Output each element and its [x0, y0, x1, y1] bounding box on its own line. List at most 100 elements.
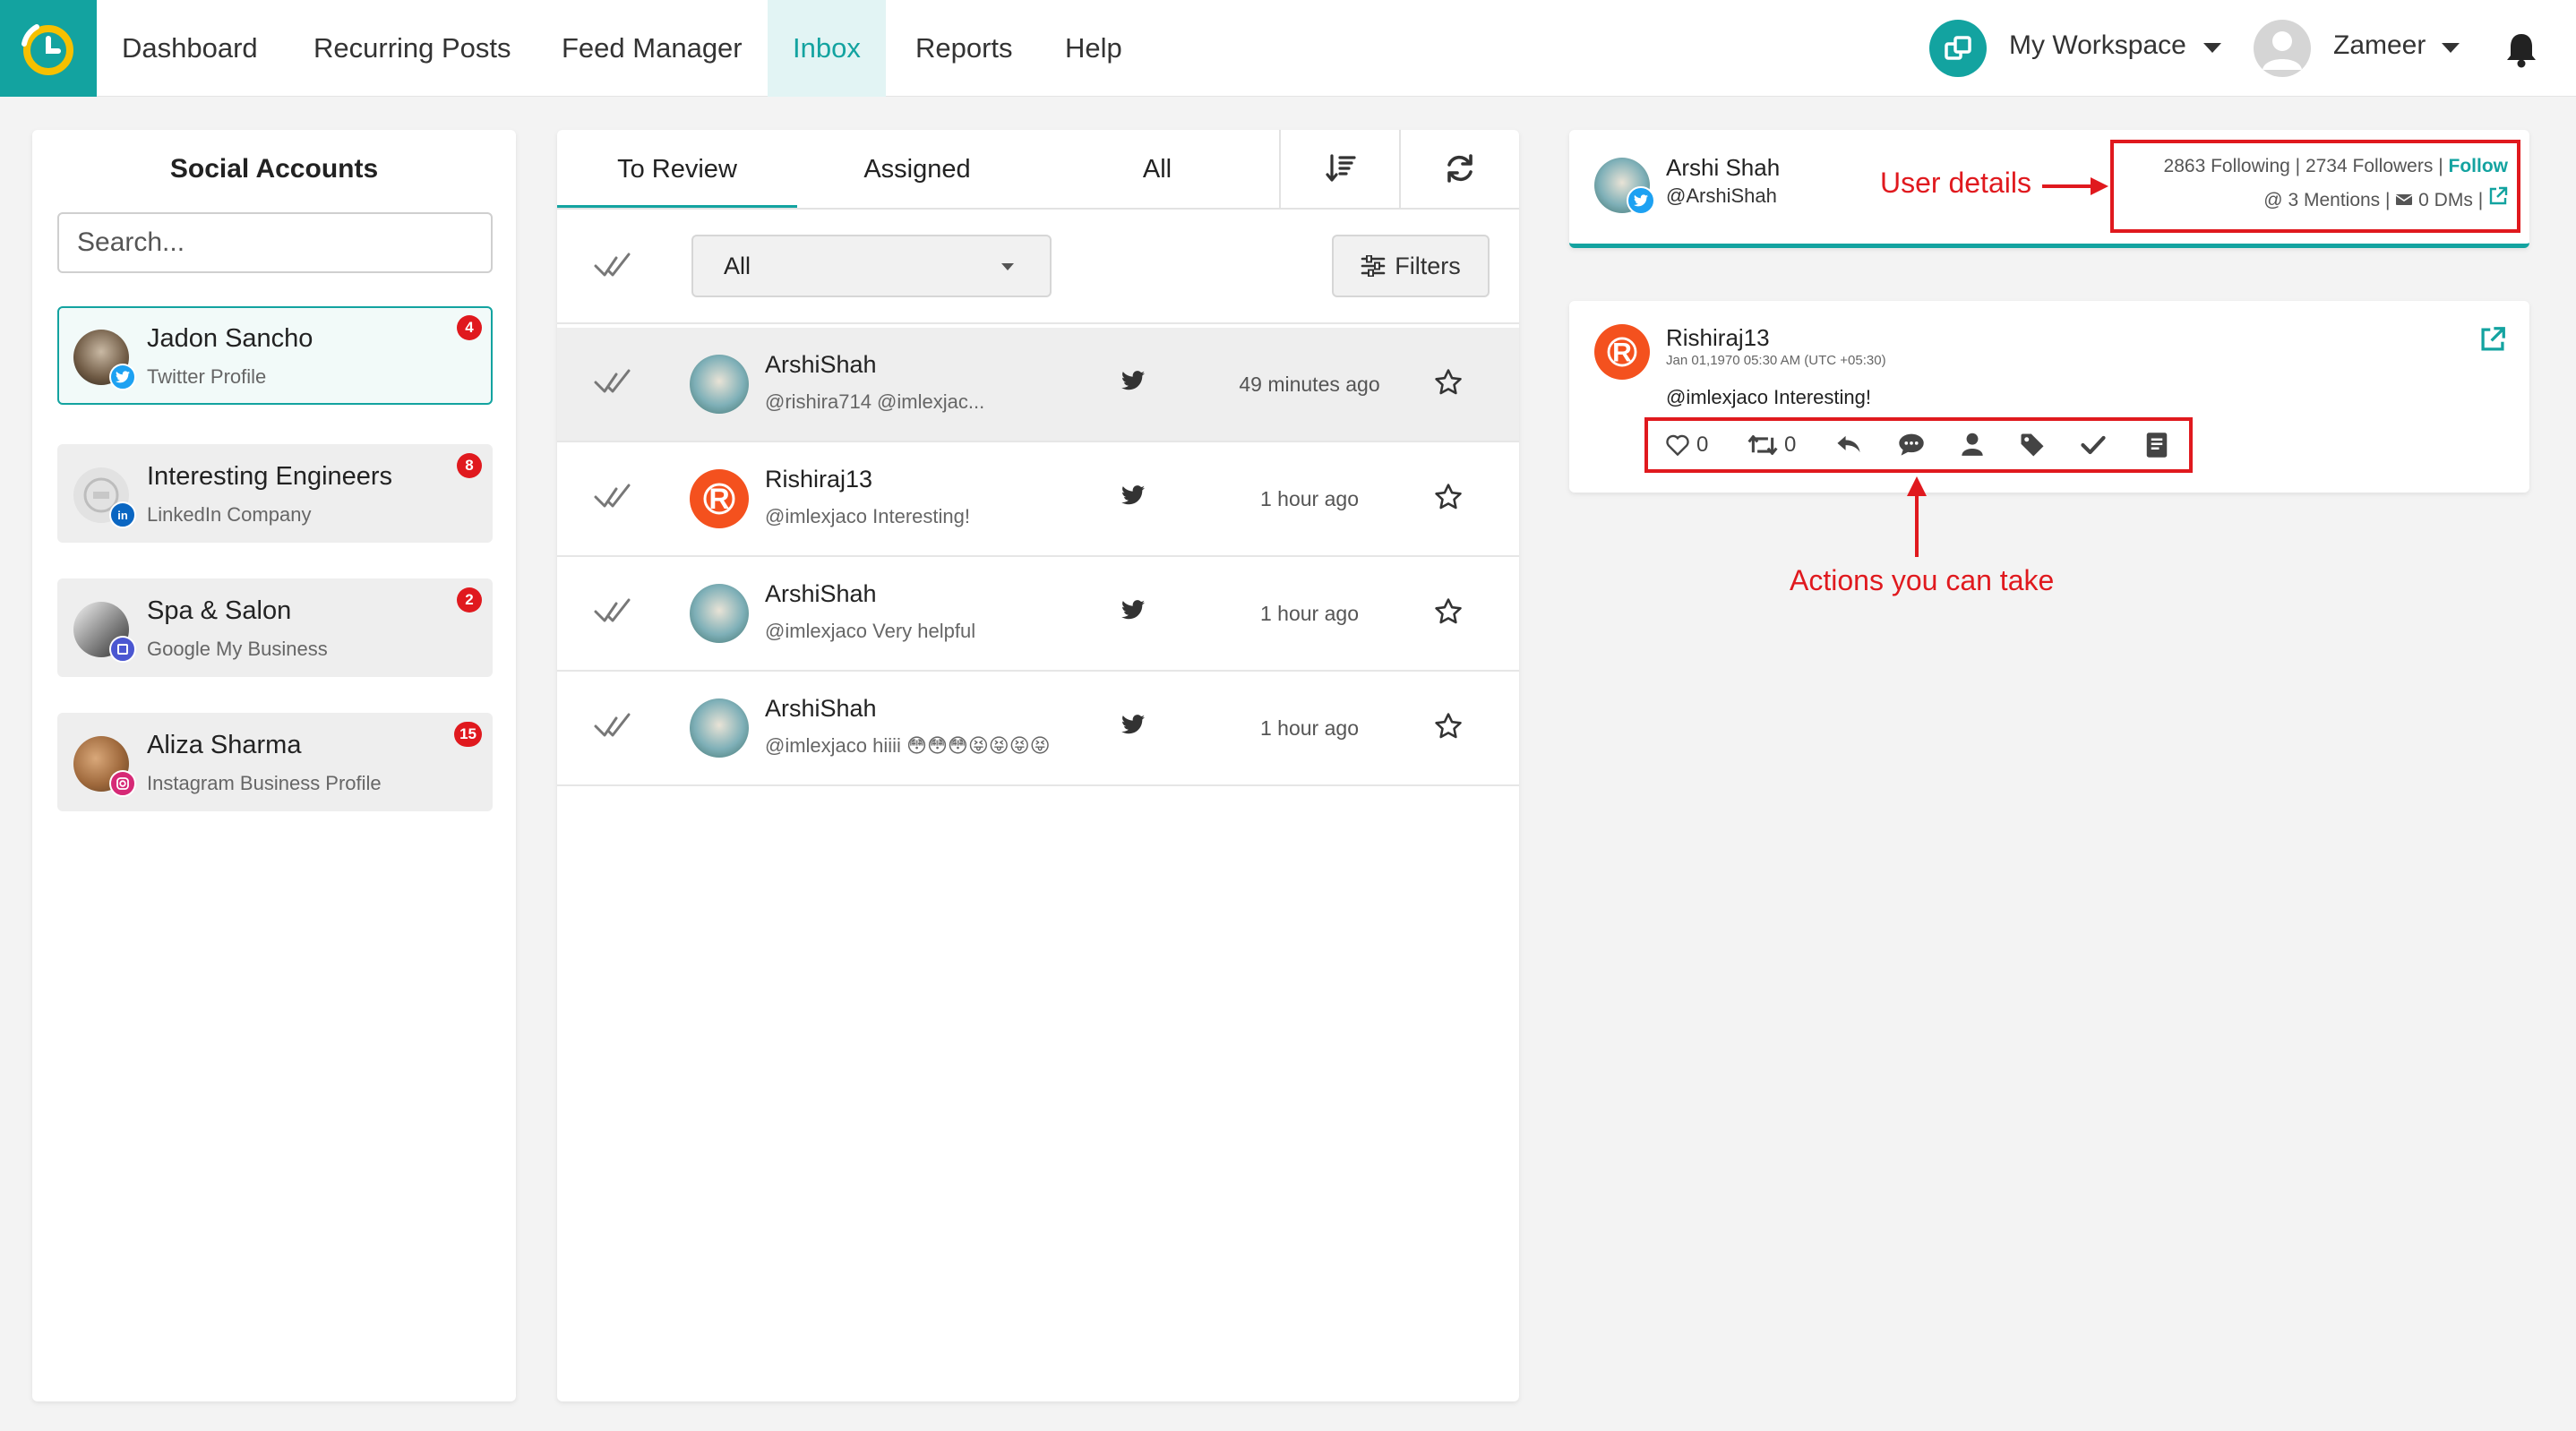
user-name: Arshi Shah: [1666, 154, 1781, 181]
star-icon[interactable]: [1433, 596, 1464, 627]
retweet-button[interactable]: 0: [1747, 428, 1796, 462]
clock-logo-icon: [21, 24, 73, 75]
like-button[interactable]: 0: [1664, 428, 1708, 462]
account-item-jadon-sancho[interactable]: Jadon Sancho Twitter Profile 4: [57, 306, 493, 405]
checkmark-icon[interactable]: [2080, 433, 2107, 457]
account-type: Instagram Business Profile: [147, 772, 382, 794]
divider: [557, 322, 1519, 324]
social-accounts-title: Social Accounts: [169, 154, 379, 184]
inbox-row[interactable]: ArshiShah @rishira714 @imlexjac... 49 mi…: [557, 328, 1519, 442]
filters-label: Filters: [1395, 253, 1461, 279]
avatar: [690, 698, 749, 758]
retweet-icon: [1747, 435, 1778, 455]
mark-done-icon[interactable]: [593, 709, 632, 741]
account-name: Interesting Engineers: [147, 462, 393, 491]
caret-down-icon: [1001, 263, 1014, 270]
workspace-selector[interactable]: My Workspace: [2009, 30, 2186, 61]
message-preview: @imlexjaco hiiii 😳😳😳😝😝😝😝: [765, 734, 1051, 757]
account-type: Twitter Profile: [147, 365, 267, 388]
heart-icon: [1666, 434, 1689, 457]
like-count: 0: [1696, 433, 1709, 457]
tab-assigned[interactable]: Assigned: [797, 130, 1037, 209]
account-type: Google My Business: [147, 638, 328, 660]
twitter-icon: [1627, 186, 1655, 215]
unread-count-badge: 4: [457, 315, 482, 340]
sender-name: ArshiShah: [765, 580, 877, 607]
filters-button[interactable]: Filters: [1332, 235, 1490, 297]
divider: [1399, 130, 1401, 209]
workspace-icon[interactable]: [1929, 20, 1987, 77]
account-name: Aliza Sharma: [147, 731, 302, 759]
arrow-up-icon: [1907, 476, 1927, 557]
app-logo[interactable]: [0, 0, 97, 97]
unread-count-badge: 15: [454, 722, 482, 747]
chevron-down-icon[interactable]: [2203, 43, 2221, 53]
account-item-interesting-engineers[interactable]: in Interesting Engineers LinkedIn Compan…: [57, 444, 493, 543]
nav-reports[interactable]: Reports: [890, 0, 1038, 97]
account-type: LinkedIn Company: [147, 503, 312, 526]
inbox-row[interactable]: ArshiShah @imlexjaco Very helpful 1 hour…: [557, 557, 1519, 672]
sender-name: ArshiShah: [765, 695, 877, 722]
external-link-icon[interactable]: [2479, 326, 2506, 353]
actions-annotation: Actions you can take: [1790, 564, 2055, 596]
message-preview: @imlexjaco Very helpful: [765, 620, 976, 642]
notes-icon[interactable]: [2144, 432, 2169, 458]
user-handle: @ArshiShah: [1666, 184, 1777, 207]
user-details-highlight: [2110, 140, 2520, 233]
star-icon[interactable]: [1433, 482, 1464, 512]
user-avatar[interactable]: [2254, 20, 2311, 77]
account-search-input[interactable]: [57, 212, 493, 273]
assign-user-icon[interactable]: [1960, 432, 1985, 457]
inbox-row[interactable]: ArshiShah @imlexjaco hiiii 😳😳😳😝😝😝😝 1 hou…: [557, 672, 1519, 786]
nav-inbox[interactable]: Inbox: [768, 0, 886, 97]
message-preview: @rishira714 @imlexjac...: [765, 390, 985, 413]
nav-feed-manager[interactable]: Feed Manager: [537, 0, 768, 97]
nav-dashboard[interactable]: Dashboard: [97, 0, 283, 97]
google-my-business-icon: [109, 636, 136, 663]
mark-done-icon[interactable]: [593, 480, 632, 512]
comment-icon[interactable]: [1897, 432, 1926, 457]
mark-done-icon[interactable]: [593, 595, 632, 627]
nav-help[interactable]: Help: [1040, 0, 1147, 97]
account-item-spa-salon[interactable]: Spa & Salon Google My Business 2: [57, 578, 493, 677]
divider: [1279, 130, 1281, 209]
twitter-icon: [1121, 371, 1145, 390]
avatar: [690, 584, 749, 643]
star-icon[interactable]: [1433, 367, 1464, 398]
post-date: Jan 01,1970 05:30 AM (UTC +05:30): [1666, 353, 1886, 368]
star-icon[interactable]: [1433, 711, 1464, 741]
mark-done-icon[interactable]: [593, 365, 632, 398]
inbox-row[interactable]: R Rishiraj13 @imlexjaco Interesting! 1 h…: [557, 442, 1519, 557]
unread-count-badge: 2: [457, 587, 482, 613]
timestamp: 49 minutes ago: [1239, 373, 1380, 396]
sender-name: Rishiraj13: [765, 466, 873, 493]
timestamp: 1 hour ago: [1260, 602, 1359, 625]
refresh-icon[interactable]: [1444, 152, 1476, 184]
sliders-icon: [1361, 255, 1386, 277]
twitter-icon: [1121, 600, 1145, 620]
chevron-down-icon[interactable]: [2442, 43, 2460, 53]
post-text: @imlexjaco Interesting!: [1666, 386, 1871, 408]
user-details-annotation: User details: [1880, 167, 2031, 199]
nav-recurring-posts[interactable]: Recurring Posts: [288, 0, 537, 97]
tag-icon[interactable]: [2019, 432, 2046, 458]
avatar: [690, 355, 749, 414]
divider: [557, 208, 1519, 210]
tab-to-review[interactable]: To Review: [557, 130, 797, 209]
bell-icon[interactable]: [2505, 32, 2537, 68]
retweet-count: 0: [1784, 433, 1797, 457]
avatar: R: [690, 469, 749, 528]
timestamp: 1 hour ago: [1260, 716, 1359, 740]
account-item-aliza-sharma[interactable]: Aliza Sharma Instagram Business Profile …: [57, 713, 493, 811]
twitter-icon: [1121, 485, 1145, 505]
reply-icon[interactable]: [1834, 432, 1863, 457]
timestamp: 1 hour ago: [1260, 487, 1359, 510]
account-name: Jadon Sancho: [147, 324, 313, 353]
mark-all-done-icon[interactable]: [593, 249, 632, 281]
inbox-filter-select[interactable]: All: [691, 235, 1052, 297]
message-preview: @imlexjaco Interesting!: [765, 505, 970, 527]
user-menu[interactable]: Zameer: [2333, 30, 2426, 61]
post-author: Rishiraj13: [1666, 324, 1770, 351]
sort-icon[interactable]: [1325, 152, 1357, 184]
tab-all[interactable]: All: [1037, 130, 1277, 209]
